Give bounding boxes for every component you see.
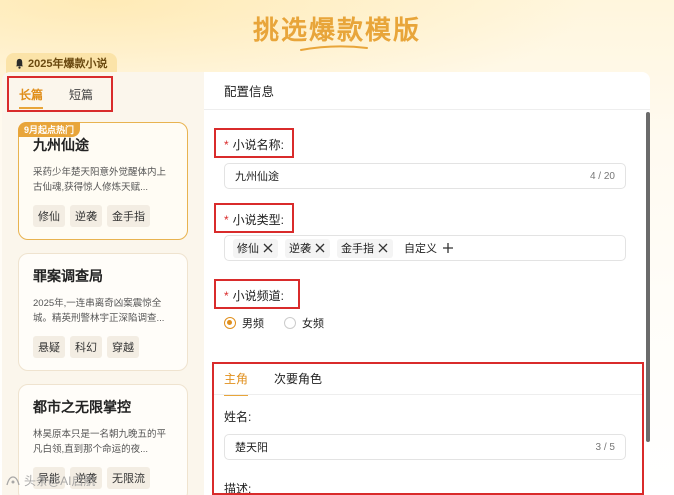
radio-dot bbox=[284, 317, 296, 329]
radio-female[interactable]: 女频 bbox=[284, 315, 324, 331]
type-label: * 小说类型: bbox=[224, 212, 285, 228]
config-header: 配置信息 bbox=[204, 72, 650, 110]
watermark: 头条@AI启航 bbox=[6, 472, 96, 489]
novel-name-input[interactable]: 九州仙途 4 / 20 bbox=[224, 163, 626, 189]
name-label-text: 小说名称: bbox=[232, 138, 285, 152]
card-tag: 科幻 bbox=[70, 336, 102, 358]
novel-type-tags[interactable]: 修仙 逆袭 金手指 自定义 bbox=[224, 235, 626, 261]
close-icon[interactable] bbox=[314, 242, 326, 254]
tab-long[interactable]: 长篇 bbox=[19, 86, 44, 109]
card-tags: 修仙 逆袭 金手指 bbox=[33, 205, 173, 227]
card-title: 九州仙途 bbox=[33, 137, 89, 153]
card-tag: 悬疑 bbox=[33, 336, 65, 358]
close-icon[interactable] bbox=[262, 242, 274, 254]
hot-badge: 9月起点热门 bbox=[18, 122, 81, 137]
radio-female-label: 女频 bbox=[302, 318, 324, 330]
template-card[interactable]: 罪案调查局 2025年,一连串离奇凶案震惊全城。精英刑警林宇正深陷调查... 悬… bbox=[18, 253, 188, 371]
card-desc: 2025年,一连串离奇凶案震惊全城。精英刑警林宇正深陷调查... bbox=[33, 298, 165, 324]
highlight-role-card bbox=[212, 362, 644, 495]
watermark-icon bbox=[6, 475, 20, 485]
length-tabs: 长篇 短篇 bbox=[7, 76, 113, 112]
watermark-text: 头条@AI启航 bbox=[24, 474, 96, 488]
card-tag: 逆袭 bbox=[70, 205, 102, 227]
name-label: * 小说名称: bbox=[224, 137, 285, 153]
tab-short[interactable]: 短篇 bbox=[69, 86, 93, 103]
card-desc: 林昊原本只是一名朝九晚五的平凡白领,直到那个命运的夜... bbox=[33, 429, 167, 455]
config-scrollbar[interactable] bbox=[646, 112, 650, 442]
type-tag-label: 金手指 bbox=[341, 243, 374, 255]
type-tag: 金手指 bbox=[337, 238, 393, 258]
template-list-panel: 长篇 短篇 9月起点热门 九州仙途 采药少年楚天阳意外觉醒体内上古仙魂,获得惊人… bbox=[2, 72, 204, 495]
page-title: 挑选爆款模版 bbox=[252, 15, 421, 45]
close-icon[interactable] bbox=[377, 242, 389, 254]
radio-male-label: 男频 bbox=[242, 318, 264, 330]
card-tag: 金手指 bbox=[107, 205, 150, 227]
card-tag: 穿越 bbox=[107, 336, 139, 358]
channel-label-text: 小说频道: bbox=[232, 289, 285, 303]
type-tag-label: 逆袭 bbox=[289, 243, 311, 255]
card-tags: 悬疑 科幻 穿越 bbox=[33, 336, 173, 358]
channel-label: * 小说频道: bbox=[224, 288, 285, 304]
type-tag: 修仙 bbox=[233, 238, 278, 258]
card-title: 罪案调查局 bbox=[33, 268, 103, 284]
card-tag: 无限流 bbox=[107, 467, 150, 489]
card-desc: 采药少年楚天阳意外觉醒体内上古仙魂,获得惊人修炼天赋... bbox=[33, 167, 167, 193]
custom-tag-label: 自定义 bbox=[404, 243, 437, 255]
novel-name-value: 九州仙途 bbox=[235, 171, 279, 183]
channel-radio-group: 男频 女频 bbox=[224, 315, 324, 331]
type-label-text: 小说类型: bbox=[232, 213, 285, 227]
bell-icon bbox=[15, 58, 24, 69]
config-panel: 配置信息 * 小说名称: 九州仙途 4 / 20 * 小说类型: 修仙 逆袭 金… bbox=[204, 72, 650, 495]
section-tag-label: 2025年爆款小说 bbox=[28, 58, 108, 70]
add-custom-tag-button[interactable]: 自定义 bbox=[400, 240, 458, 256]
radio-dot bbox=[224, 317, 236, 329]
type-tag: 逆袭 bbox=[285, 238, 330, 258]
template-card[interactable]: 9月起点热门 九州仙途 采药少年楚天阳意外觉醒体内上古仙魂,获得惊人修炼天赋..… bbox=[18, 122, 188, 240]
name-counter: 4 / 20 bbox=[589, 170, 615, 182]
section-tag: 2025年爆款小说 bbox=[6, 53, 118, 73]
title-underline bbox=[300, 45, 368, 51]
plus-icon bbox=[443, 243, 453, 253]
radio-male[interactable]: 男频 bbox=[224, 315, 264, 331]
card-title: 都市之无限掌控 bbox=[33, 399, 131, 415]
type-tag-label: 修仙 bbox=[237, 243, 259, 255]
card-tag: 修仙 bbox=[33, 205, 65, 227]
